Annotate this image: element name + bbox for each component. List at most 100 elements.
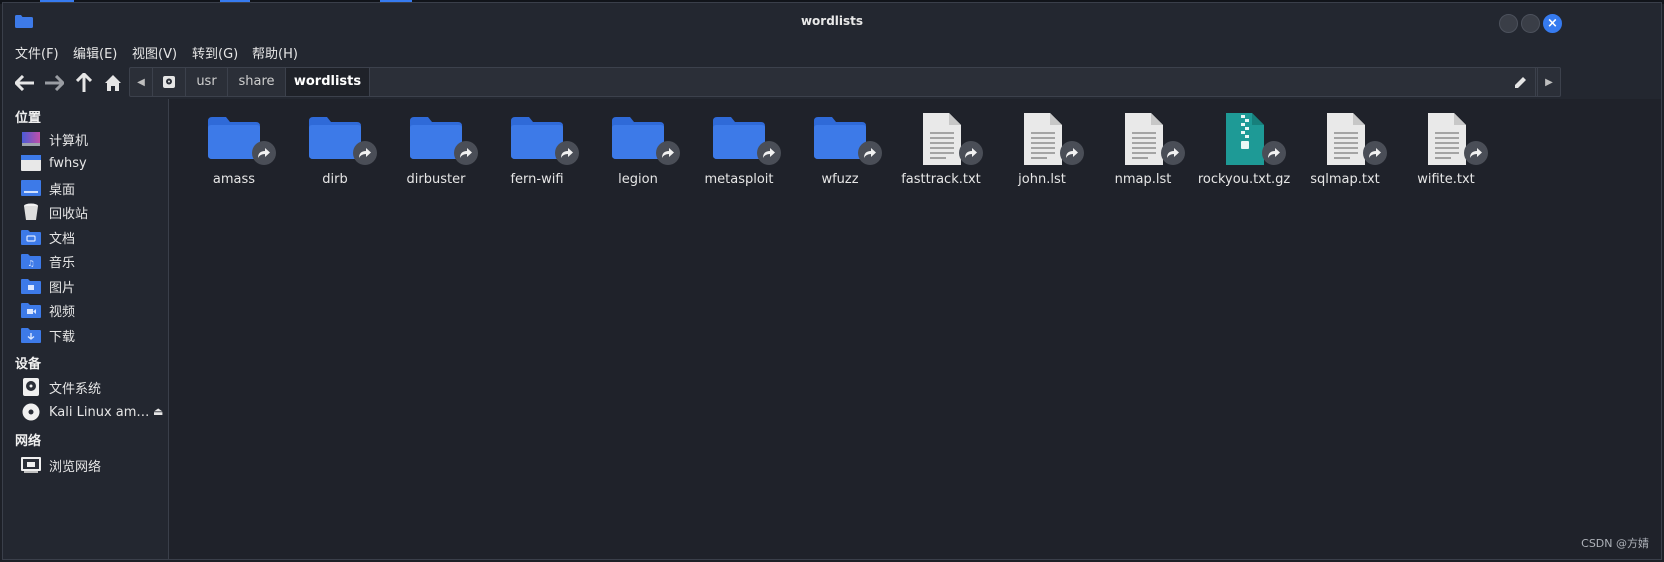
eject-icon[interactable]: ⏏ [153, 405, 163, 418]
sidebar-item-desktop[interactable]: 桌面 [21, 177, 166, 199]
folder-icon [307, 111, 377, 167]
file-name: dirbuster [406, 172, 466, 187]
sidebar-item-kali-disc[interactable]: Kali Linux am… [21, 401, 166, 423]
folder-item[interactable]: legion [588, 111, 688, 201]
optical-disc-icon [21, 403, 41, 421]
file-item[interactable]: rockyou.txt.gz [1194, 111, 1294, 201]
file-item[interactable]: wifite.txt [1396, 111, 1496, 201]
music-folder-icon: ♫ [21, 252, 41, 270]
file-name: john.lst [1018, 172, 1066, 187]
arrow-left-icon [15, 75, 34, 91]
file-item[interactable]: nmap.lst [1093, 111, 1193, 201]
watermark: CSDN @方婧 [1581, 537, 1649, 550]
crumb-wordlists[interactable]: wordlists [286, 68, 370, 96]
crumb-root[interactable] [152, 68, 186, 96]
symlink-arrow-icon [959, 141, 983, 165]
sidebar-item-label: 桌面 [49, 182, 76, 198]
arrow-up-icon [76, 73, 92, 92]
sidebar-item-browse-network[interactable]: 浏览网络 [21, 454, 166, 476]
file-name: metasploit [704, 172, 774, 187]
folder-item[interactable]: metasploit [689, 111, 789, 201]
menu-help[interactable]: 帮助(H) [252, 43, 298, 62]
folder-item[interactable]: amass [184, 111, 284, 201]
pictures-folder-icon [21, 277, 41, 295]
file-item[interactable]: sqlmap.txt [1295, 111, 1395, 201]
folder-icon [610, 111, 680, 167]
path-scroll-left-icon[interactable]: ◀ [130, 68, 153, 96]
arrow-right-icon [45, 75, 64, 91]
home-icon [105, 75, 121, 91]
window-title: wordlists [800, 14, 864, 28]
file-item[interactable]: fasttrack.txt [891, 111, 991, 201]
folder-item[interactable]: dirb [285, 111, 385, 201]
file-name: amass [212, 172, 256, 187]
symlink-arrow-icon [353, 141, 377, 165]
sidebar-item-pictures[interactable]: 图片 [21, 275, 166, 297]
file-name: fasttrack.txt [901, 172, 981, 187]
symlink-arrow-icon [757, 141, 781, 165]
file-name: dirb [322, 172, 348, 187]
menu-bar: 文件(F) 编辑(E) 视图(V) 转到(G) 帮助(H) [3, 39, 1661, 65]
sidebar-item-videos[interactable]: 视频 [21, 299, 166, 321]
maximize-button[interactable] [1521, 14, 1540, 33]
sidebar-item-label: 回收站 [49, 206, 89, 222]
menu-go[interactable]: 转到(G) [192, 43, 238, 62]
file-name: wfuzz [821, 172, 859, 187]
symlink-arrow-icon [454, 141, 478, 165]
text-file-icon [1418, 111, 1488, 167]
file-item[interactable]: john.lst [992, 111, 1092, 201]
file-name: legion [618, 172, 658, 187]
symlink-arrow-icon [656, 141, 680, 165]
archive-file-icon [1216, 111, 1286, 167]
sidebar-item-label: 计算机 [49, 133, 89, 149]
minimize-button[interactable] [1499, 14, 1518, 33]
edit-location-button[interactable] [1505, 68, 1536, 96]
file-view: amass dirb dirbuster fern-wifi legion me… [169, 99, 1661, 559]
file-name: sqlmap.txt [1310, 172, 1380, 187]
network-heading: 网络 [15, 434, 42, 449]
sidebar-item-label: 文件系统 [49, 381, 102, 397]
menu-file[interactable]: 文件(F) [15, 43, 59, 62]
home-button[interactable] [101, 71, 125, 95]
sidebar-item-label: 音乐 [49, 255, 76, 271]
folder-icon [408, 111, 478, 167]
folder-icon [206, 111, 276, 167]
harddisk-icon [21, 378, 41, 396]
text-file-icon [1115, 111, 1185, 167]
close-button[interactable]: × [1543, 14, 1562, 33]
title-bar: wordlists × [3, 5, 1661, 37]
symlink-arrow-icon [1060, 141, 1084, 165]
folder-item[interactable]: fern-wifi [487, 111, 587, 201]
symlink-arrow-icon [1363, 141, 1387, 165]
sidebar-item-downloads[interactable]: 下载 [21, 324, 166, 346]
crumb-usr[interactable]: usr [186, 68, 228, 96]
sidebar-item-filesystem[interactable]: 文件系统 [21, 376, 166, 398]
forward-button[interactable] [42, 71, 66, 95]
back-button[interactable] [13, 71, 37, 95]
folder-item[interactable]: dirbuster [386, 111, 486, 201]
sidebar-item-music[interactable]: ♫ 音乐 [21, 250, 166, 272]
sidebar-item-label: 图片 [49, 280, 76, 296]
symlink-arrow-icon [1464, 141, 1488, 165]
symlink-arrow-icon [555, 141, 579, 165]
menu-view[interactable]: 视图(V) [132, 43, 177, 62]
sidebar-item-trash[interactable]: 回收站 [21, 201, 166, 223]
text-file-icon [913, 111, 983, 167]
path-scroll-right-icon[interactable]: ▶ [1537, 68, 1560, 96]
sidebar-item-label: 浏览网络 [49, 459, 102, 475]
sidebar-item-documents[interactable]: 文档 [21, 226, 166, 248]
sidebar-item-computer[interactable]: 计算机 [21, 128, 166, 150]
sidebar-item-home[interactable]: fwhsy [21, 152, 166, 174]
folder-item[interactable]: wfuzz [790, 111, 890, 201]
places-heading: 位置 [15, 111, 42, 126]
crumb-share[interactable]: share [228, 68, 286, 96]
home-folder-icon [21, 154, 41, 172]
folder-icon [812, 111, 882, 167]
pencil-icon [1514, 76, 1526, 88]
text-file-icon [1014, 111, 1084, 167]
up-button[interactable] [72, 71, 96, 95]
menu-edit[interactable]: 编辑(E) [73, 43, 117, 62]
symlink-arrow-icon [1262, 141, 1286, 165]
videos-folder-icon [21, 301, 41, 319]
sidebar: 位置 计算机 fwhsy 桌面 回收站 文档 ♫ 音乐 图片 视频 下载 设备 … [3, 99, 169, 559]
